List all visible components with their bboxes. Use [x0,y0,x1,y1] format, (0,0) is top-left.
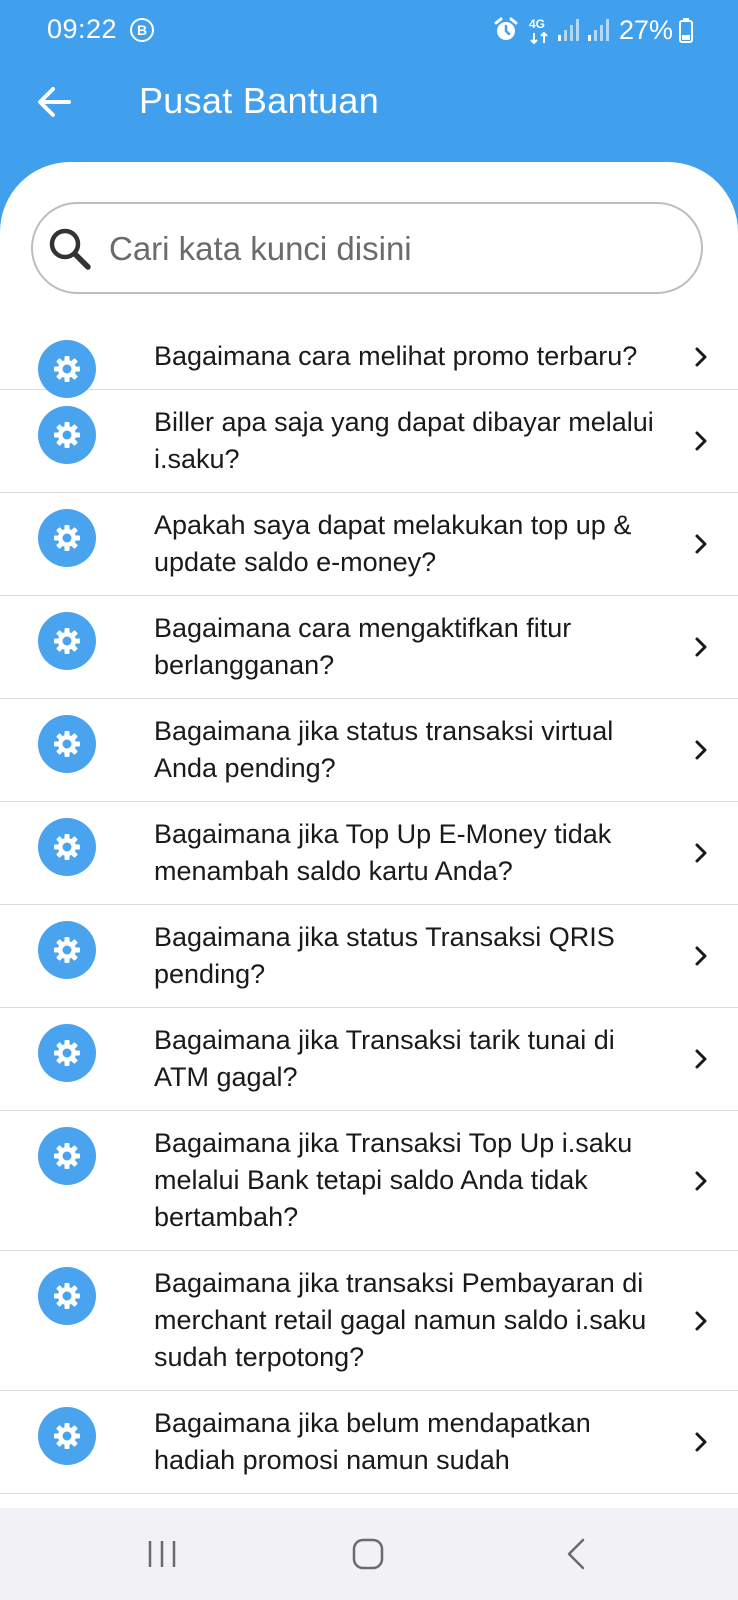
alarm-icon [493,17,519,43]
magnifier-icon [47,226,93,277]
search-input[interactable] [107,218,671,280]
faq-item-1[interactable]: Bagaimana cara melihat promo terbaru? [0,324,738,398]
chevron-right-icon [694,945,708,972]
faq-item-4[interactable]: Bagaimana cara mengaktifkan fitur berlan… [0,596,738,699]
content-panel: Bagaimana cara melihat promo terbaru? [0,162,738,1508]
status-icons: 4G 27% [493,12,693,48]
faq-item-8[interactable]: Bagaimana jika Transaksi tarik tunai di … [0,1008,738,1111]
arrow-left-icon [38,87,71,117]
faq-question: Bagaimana jika status Transaksi QRIS pen… [154,922,615,989]
faq-question: Apakah saya dapat melakukan top up & upd… [154,510,632,577]
chevron-right-icon [694,636,708,663]
network-type-icon: 4G [529,15,551,45]
gear-icon [38,406,96,464]
gear-icon [38,921,96,979]
faq-question: Bagaimana jika status transaksi virtual … [154,716,614,783]
signal-icon-2 [587,17,611,43]
status-bar: 09:22 B 4G 27% [0,0,738,62]
faq-item-9[interactable]: Bagaimana jika Transaksi Top Up i.saku m… [0,1111,738,1251]
battery-percentage: 27% [618,14,673,45]
chevron-right-icon [694,1431,708,1458]
faq-list: Bagaimana cara melihat promo terbaru? Bi… [0,324,738,1494]
faq-item-10[interactable]: Bagaimana jika transaksi Pembayaran di m… [0,1251,738,1391]
search-bar[interactable] [31,202,703,294]
app-header: Pusat Bantuan [0,62,738,148]
system-navigation-bar [0,1508,738,1600]
recent-apps-icon [148,1541,176,1567]
gear-icon [38,1267,96,1325]
chevron-right-icon [694,430,708,457]
chevron-right-icon [694,1170,708,1197]
faq-question: Bagaimana jika transaksi Pembayaran di m… [154,1268,647,1372]
gear-icon [38,715,96,773]
chevron-right-icon [694,346,708,373]
gear-icon [38,1407,96,1465]
status-time: 09:22 [47,14,118,44]
notification-badge: B [130,18,154,42]
chevron-right-icon [694,1048,708,1075]
gear-icon [38,1024,96,1082]
back-button[interactable] [30,78,78,126]
chevron-left-icon [567,1538,585,1570]
gear-icon [38,818,96,876]
faq-item-7[interactable]: Bagaimana jika status Transaksi QRIS pen… [0,905,738,1008]
chevron-right-icon [694,842,708,869]
faq-item-6[interactable]: Bagaimana jika Top Up E-Money tidak mena… [0,802,738,905]
chevron-right-icon [694,1310,708,1337]
faq-question: Bagaimana cara melihat promo terbaru? [154,341,638,371]
home-button[interactable] [338,1530,398,1578]
system-back-button[interactable] [546,1530,606,1578]
faq-item-5[interactable]: Bagaimana jika status transaksi virtual … [0,699,738,802]
signal-icon-1 [557,17,581,43]
faq-question: Bagaimana jika Top Up E-Money tidak mena… [154,819,612,886]
recent-apps-button[interactable] [132,1530,192,1578]
faq-item-3[interactable]: Apakah saya dapat melakukan top up & upd… [0,493,738,596]
gear-icon [38,509,96,567]
page-title: Pusat Bantuan [139,80,380,121]
battery-icon [679,17,693,43]
faq-question: Biller apa saja yang dapat dibayar melal… [154,407,654,474]
home-icon [352,1538,384,1570]
gear-icon [38,612,96,670]
network-type-label: 4G [528,17,545,31]
faq-question: Bagaimana cara mengaktifkan fitur berlan… [154,613,572,680]
gear-icon [38,1127,96,1185]
chevron-right-icon [694,533,708,560]
faq-item-11[interactable]: Bagaimana jika belum mendapatkan hadiah … [0,1391,738,1494]
chevron-right-icon [694,739,708,766]
faq-question: Bagaimana jika Transaksi tarik tunai di … [154,1025,615,1092]
faq-item-2[interactable]: Biller apa saja yang dapat dibayar melal… [0,390,738,493]
faq-question: Bagaimana jika belum mendapatkan hadiah … [154,1408,591,1475]
faq-question: Bagaimana jika Transaksi Top Up i.saku m… [154,1128,633,1232]
